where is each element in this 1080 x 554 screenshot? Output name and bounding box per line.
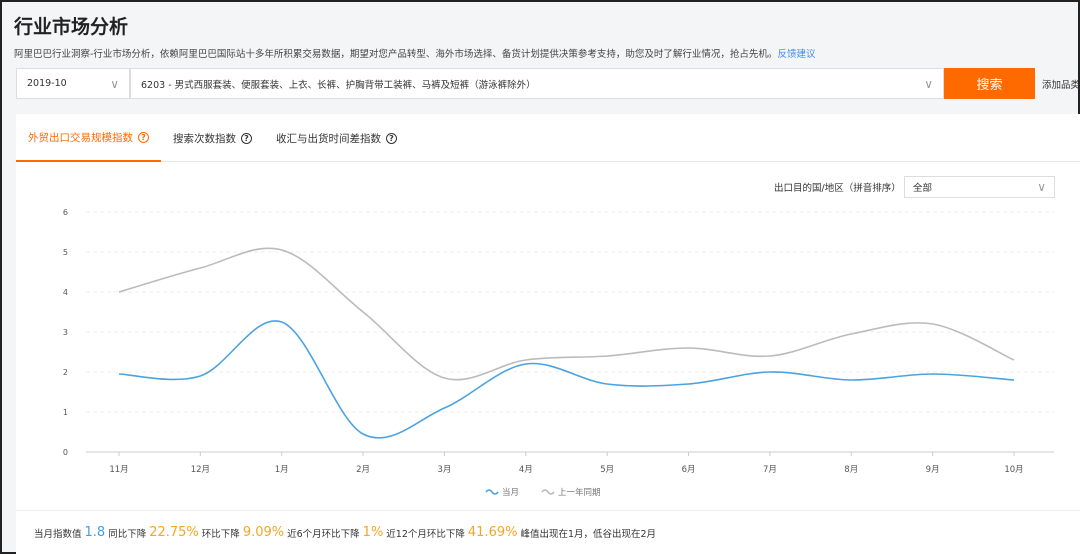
- x-tick-label: 5月: [600, 465, 614, 475]
- yoy-value: 22.75%: [149, 525, 199, 540]
- y-tick-label: 4: [63, 288, 68, 297]
- date-value: 2019-10: [27, 78, 67, 89]
- description-text: 阿里巴巴行业洞察-行业市场分析，依赖阿里巴巴国际站十多年所积累交易数据，期望对您…: [14, 49, 778, 60]
- chevron-down-icon: ∨: [110, 76, 119, 91]
- y-tick-label: 5: [63, 248, 68, 257]
- summary-bar: 当月指数值 1.8 同比下降 22.75% 环比下降 9.09% 近6个月环比下降 1%…: [16, 510, 1080, 554]
- summary-label: 环比下降: [201, 528, 240, 540]
- line-chart: 0 1 2 3 4 5 6 11月 12月 1月 2月 3月 4月 5月 6月 7月 8月 9月 10月当月 上一年同…: [63, 208, 1054, 498]
- series-line-0: [118, 320, 1015, 439]
- category-select[interactable]: 6203 - 男式西服套装、便服套装、上衣、长裤、护胸背带工装裤、马裤及短裤（游…: [130, 68, 944, 99]
- x-tick-label: 2月: [356, 465, 370, 475]
- series-line-1: [118, 247, 1015, 381]
- y-tick-label: 3: [63, 328, 68, 337]
- twelve-month-value: 41.69%: [467, 525, 518, 540]
- legend-label: 当月: [502, 487, 519, 498]
- current-index-value: 1.8: [84, 525, 106, 540]
- mom-value: 9.09%: [242, 525, 285, 540]
- y-tick-label: 1: [63, 408, 68, 417]
- y-tick-label: 0: [63, 448, 68, 457]
- summary-label: 近6个月环比下降: [287, 528, 360, 540]
- search-button[interactable]: 搜索: [944, 68, 1035, 99]
- x-tick-label: 9月: [926, 465, 940, 475]
- x-tick-label: 6月: [682, 465, 696, 475]
- legend-swatch: [485, 489, 499, 495]
- summary-label: 同比下降: [108, 528, 147, 540]
- summary-label: 近12个月环比下降: [386, 528, 465, 540]
- six-month-value: 1%: [362, 525, 384, 540]
- chart-panel: 外贸出口交易规模指数? 搜索次数指数? 收汇与出货时间差指数? 出口目的国/地区…: [16, 114, 1080, 510]
- date-select[interactable]: 2019-10 ∨: [16, 68, 130, 99]
- x-tick-label: 3月: [437, 465, 451, 475]
- page-title: 行业市场分析: [14, 16, 129, 38]
- legend-label: 上一年同期: [558, 487, 601, 498]
- x-tick-label: 11月: [109, 465, 128, 475]
- legend-swatch: [541, 489, 555, 495]
- feedback-link[interactable]: 反馈建议: [777, 49, 815, 60]
- x-tick-label: 10月: [1004, 465, 1023, 475]
- category-value: 6203 - 男式西服套装、便服套装、上衣、长裤、护胸背带工装裤、马裤及短裤（游…: [141, 79, 536, 91]
- x-tick-label: 4月: [519, 465, 533, 475]
- peak-trough-text: 峰值出现在1月，低谷出现在2月: [520, 528, 657, 540]
- x-tick-label: 7月: [763, 465, 777, 475]
- search-bar: 2019-10 ∨ 6203 - 男式西服套装、便服套装、上衣、长裤、护胸背带工装…: [16, 68, 1035, 99]
- x-tick-label: 8月: [844, 465, 858, 475]
- y-tick-label: 2: [63, 368, 68, 377]
- x-tick-label: 1月: [275, 465, 289, 475]
- add-category-link[interactable]: 添加品类: [1042, 77, 1080, 91]
- summary-label: 当月指数值: [34, 528, 82, 540]
- chevron-down-icon: ∨: [924, 76, 933, 91]
- y-tick-label: 6: [63, 208, 68, 217]
- x-tick-label: 12月: [191, 465, 210, 475]
- page-description: 阿里巴巴行业洞察-行业市场分析，依赖阿里巴巴国际站十多年所积累交易数据，期望对您…: [14, 46, 815, 60]
